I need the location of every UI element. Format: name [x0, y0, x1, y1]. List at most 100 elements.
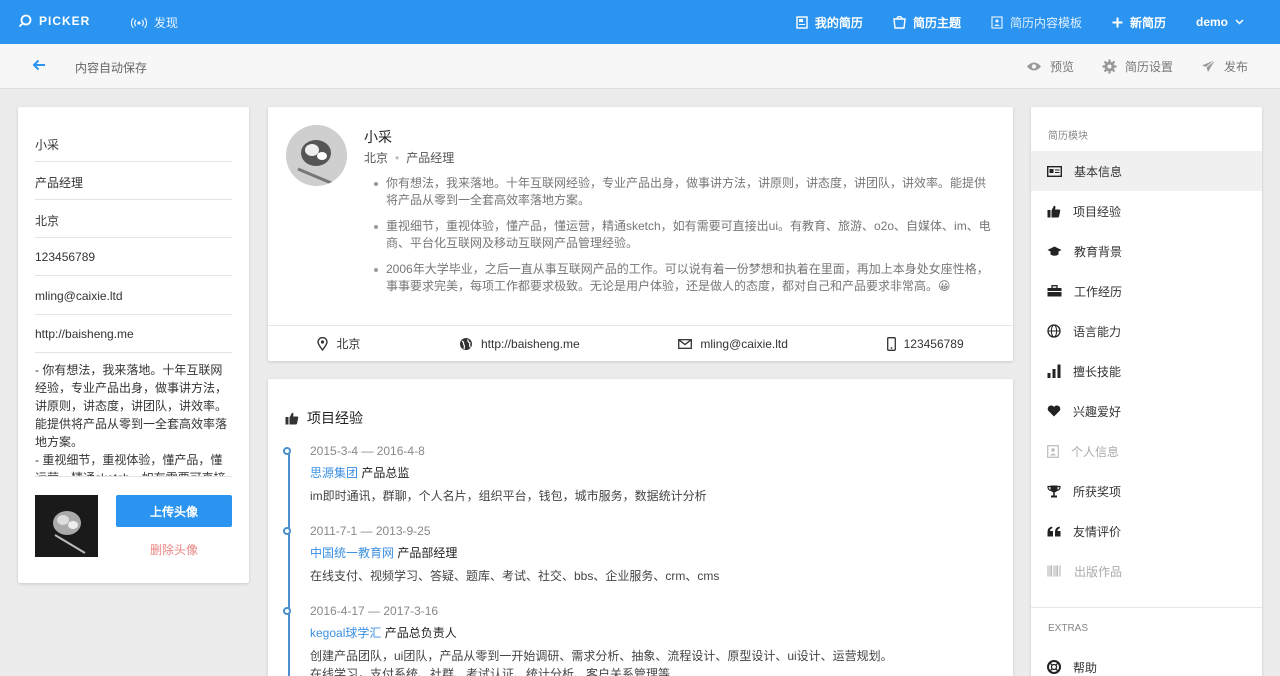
logo-icon	[18, 14, 32, 28]
project-entry: 2015-3-4 — 2016-4-8 思源集团 产品总监 im即时通讯，群聊，…	[310, 444, 990, 505]
company-link[interactable]: 思源集团	[310, 466, 358, 480]
help-link[interactable]: 帮助	[1031, 647, 1262, 676]
profile-summary-list: 你有想法，我来落地。十年互联网经验，专业产品出身，做事讲方法，讲原则，讲态度，讲…	[370, 175, 995, 304]
discover-label: 发现	[154, 16, 179, 30]
project-role: 产品总负责人	[384, 626, 457, 640]
modules-list: 基本信息 项目经验 教育背景 工作经历 语言能力 擅长技能 兴趣爱好 个人信息	[1031, 151, 1262, 591]
trophy-icon	[1047, 485, 1061, 498]
section-title-text: 项目经验	[307, 410, 363, 426]
top-navbar: PICKER 发现 我的简历 简历主题 简历内容模板 新简历 demo	[0, 0, 1280, 44]
app-logo[interactable]: PICKER	[18, 14, 90, 28]
contact-website: http://baisheng.me	[459, 337, 580, 351]
my-resume-label: 我的简历	[814, 15, 863, 30]
email-field[interactable]: mling@caixie.ltd	[35, 277, 232, 315]
my-resume-link[interactable]: 我的简历	[796, 14, 863, 31]
contact-phone: 123456789	[886, 336, 964, 351]
project-desc: im即时通讯，群聊，个人名片，组织平台，钱包，城市服务，数据统计分析	[310, 489, 707, 503]
module-label: 教育背景	[1074, 244, 1123, 259]
profile-name: 小采	[364, 129, 392, 145]
project-date: 2011-7-1 — 2013-9-25	[310, 524, 431, 538]
profile-city: 北京	[364, 151, 389, 165]
name-field[interactable]: 小采	[35, 124, 232, 162]
thumbs-up-icon	[1047, 205, 1061, 218]
module-label: 擅长技能	[1073, 364, 1122, 379]
project-desc: 在线支付、视频学习、答疑、题库、考试、社交、bbs、企业服务、crm、cms	[310, 569, 720, 583]
barcode-icon	[1047, 565, 1062, 577]
modules-heading: 简历模块	[1048, 131, 1088, 142]
globe-icon	[1047, 324, 1061, 338]
module-item-hobbies[interactable]: 兴趣爱好	[1031, 391, 1262, 431]
profile-title: 产品经理	[406, 151, 455, 165]
heart-icon	[1047, 405, 1061, 417]
module-item-projects[interactable]: 项目经验	[1031, 191, 1262, 231]
project-entry: 2016-4-17 — 2017-3-16 kegoal球学汇 产品总负责人 创…	[310, 604, 990, 676]
help-label: 帮助	[1073, 660, 1098, 675]
module-item-publications[interactable]: 出版作品	[1031, 551, 1262, 591]
contact-email-text: mling@caixie.ltd	[700, 336, 788, 351]
preview-button[interactable]: 预览	[1026, 58, 1074, 75]
preview-label: 预览	[1049, 59, 1074, 74]
discover-link[interactable]: 发现	[131, 14, 178, 31]
content-template-link[interactable]: 简历内容模板	[991, 14, 1082, 31]
module-item-education[interactable]: 教育背景	[1031, 231, 1262, 271]
title-field[interactable]: 产品经理	[35, 162, 232, 200]
map-pin-icon	[317, 336, 329, 351]
lifebuoy-icon	[1047, 660, 1061, 674]
project-desc: 创建产品团队，ui团队，产品从零到一开始调研、需求分析、抽象、流程设计、原型设计…	[310, 649, 893, 663]
upload-avatar-button[interactable]: 上传头像	[116, 495, 232, 527]
chevron-down-icon	[1235, 19, 1244, 25]
mobile-phone-icon	[886, 336, 896, 351]
bio-textarea[interactable]: - 你有想法，我来落地。十年互联网经验，专业产品出身，做事讲方法，讲原则，讲态度…	[35, 361, 232, 477]
project-company-line: kegoal球学汇 产品总负责人	[310, 624, 990, 641]
resume-theme-link[interactable]: 简历主题	[893, 14, 961, 31]
module-label: 兴趣爱好	[1073, 404, 1122, 419]
username: demo	[1195, 15, 1228, 29]
editor-toolbar: 内容自动保存 预览 简历设置 发布	[0, 44, 1280, 89]
editor-actions: 预览 简历设置 发布	[1026, 44, 1248, 88]
resume-modules-panel: 简历模块 基本信息 项目经验 教育背景 工作经历 语言能力 擅长技能 兴趣爱好	[1031, 107, 1262, 676]
new-resume-button[interactable]: 新简历	[1112, 14, 1166, 31]
module-item-personal-info[interactable]: 个人信息	[1031, 431, 1262, 471]
module-label: 语言能力	[1073, 324, 1122, 339]
module-item-work[interactable]: 工作经历	[1031, 271, 1262, 311]
contact-website-text: http://baisheng.me	[481, 336, 580, 351]
project-role: 产品总监	[361, 466, 410, 480]
separator-dot: •	[395, 151, 400, 165]
phone-field[interactable]: 123456789	[35, 238, 232, 276]
resume-settings-label: 简历设置	[1124, 59, 1173, 74]
publish-label: 发布	[1223, 59, 1248, 74]
module-item-basic-info[interactable]: 基本信息	[1031, 151, 1262, 191]
extras-section: EXTRAS 帮助	[1031, 607, 1262, 675]
resume-settings-button[interactable]: 简历设置	[1102, 58, 1173, 75]
broadcast-icon	[131, 17, 147, 29]
module-item-awards[interactable]: 所获奖项	[1031, 471, 1262, 511]
id-card-icon	[1047, 165, 1062, 177]
delete-avatar-link[interactable]: 删除头像	[116, 541, 232, 558]
website-field[interactable]: http://baisheng.me	[35, 315, 232, 353]
company-link[interactable]: 中国统一教育网	[310, 546, 394, 560]
module-label: 基本信息	[1074, 164, 1123, 179]
module-item-reviews[interactable]: 友情评价	[1031, 511, 1262, 551]
briefcase-icon	[1047, 285, 1062, 297]
top-nav: 我的简历 简历主题 简历内容模板 新简历 demo	[796, 0, 1244, 44]
plus-icon	[1112, 17, 1123, 28]
module-item-skills[interactable]: 擅长技能	[1031, 351, 1262, 391]
send-icon	[1201, 59, 1216, 73]
resume-icon	[796, 15, 808, 29]
template-icon	[991, 15, 1003, 29]
mail-icon	[678, 338, 693, 349]
extras-heading: EXTRAS	[1048, 623, 1089, 634]
timeline-node	[283, 607, 291, 615]
module-item-language[interactable]: 语言能力	[1031, 311, 1262, 351]
profile-subline: 北京 • 产品经理	[364, 149, 454, 166]
company-link[interactable]: kegoal球学汇	[310, 626, 381, 640]
publish-button[interactable]: 发布	[1201, 58, 1248, 75]
user-menu[interactable]: demo	[1196, 15, 1244, 29]
back-arrow-icon[interactable]	[31, 58, 47, 72]
summary-item: 2006年大学毕业，之后一直从事互联网产品的工作。可以说有着一份梦想和执着在里面…	[370, 261, 995, 295]
module-label: 项目经验	[1073, 204, 1122, 219]
timeline-node	[283, 447, 291, 455]
autosave-status: 内容自动保存	[75, 61, 148, 75]
city-field[interactable]: 北京	[35, 200, 232, 238]
resume-theme-label: 简历主题	[912, 15, 961, 30]
